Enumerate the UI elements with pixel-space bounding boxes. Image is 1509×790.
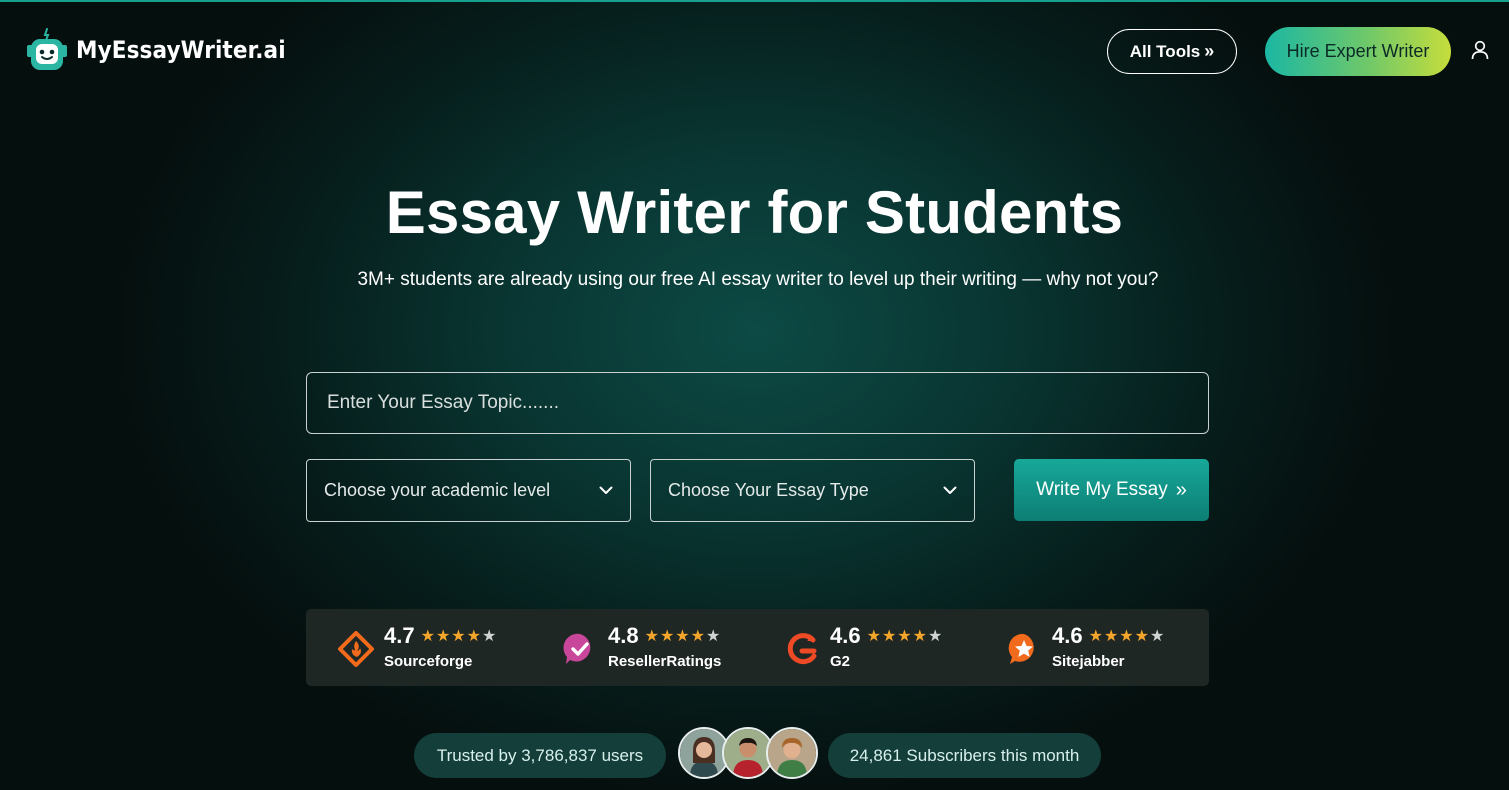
hire-expert-writer-button[interactable]: Hire Expert Writer [1265,27,1451,76]
robot-logo-icon [27,28,67,70]
page-title: Essay Writer for Students [385,179,1124,246]
sourceforge-icon [338,631,374,667]
academic-level-label: Choose your academic level [324,480,551,500]
write-my-essay-button[interactable]: Write My Essay » [1014,459,1209,521]
ratings-bar: 4.7 ★★★★★ Sourceforge 4.8 ★★★★★ Reseller… [306,609,1209,686]
essay-topic-input[interactable] [306,372,1209,434]
star-rating-icon: ★★★★★ [420,628,498,645]
star-rating-icon: ★★★★★ [1088,628,1166,645]
page-subtitle: 3M+ students are already using our free … [357,269,1159,290]
academic-level-select[interactable]: Choose your academic level [306,459,631,522]
double-chevron-right-icon: » [1204,41,1215,61]
user-avatars [678,727,818,779]
rating-sitejabber[interactable]: 4.6 ★★★★★ Sitejabber [1006,623,1165,670]
trusted-users-label: Trusted by 3,786,837 users [436,745,644,765]
rating-score: 4.8 [608,623,639,648]
rating-source-name: Sourceforge [384,653,473,670]
rating-score: 4.6 [830,623,861,648]
rating-source-name: G2 [830,653,851,670]
essay-type-select[interactable]: Choose Your Essay Type [650,459,975,522]
sitejabber-icon [1008,633,1034,664]
rating-source-name: ResellerRatings [608,653,722,670]
essay-type-label: Choose Your Essay Type [668,480,869,500]
star-rating-icon: ★★★★★ [644,628,722,645]
resellerratings-icon [563,633,591,664]
rating-resellerratings[interactable]: 4.8 ★★★★★ ResellerRatings [562,623,721,670]
svg-text:2: 2 [807,634,813,643]
all-tools-label: All Tools [1129,41,1201,61]
write-my-essay-label: Write My Essay [1036,479,1168,500]
trusted-users-badge: Trusted by 3,786,837 users [414,733,666,778]
rating-score: 4.6 [1052,623,1083,648]
g2-icon: 2 [787,633,817,665]
subscribers-badge: 24,861 Subscribers this month [828,733,1101,778]
star-rating-icon: ★★★★★ [866,628,944,645]
double-chevron-right-icon: » [1175,478,1187,501]
brand-name: MyEssayWriter.ai [76,36,286,64]
rating-score: 4.7 [384,623,415,648]
chevron-down-icon [599,486,613,494]
top-accent-line [0,0,1509,2]
logo[interactable]: MyEssayWriter.ai [26,28,309,72]
avatar [766,727,818,779]
rating-source-name: Sitejabber [1052,653,1125,670]
hire-label: Hire Expert Writer [1286,41,1430,61]
rating-g2[interactable]: 2 4.6 ★★★★★ G2 [784,623,943,670]
rating-sourceforge[interactable]: 4.7 ★★★★★ Sourceforge [338,623,497,670]
subscribers-label: 24,861 Subscribers this month [849,745,1080,765]
chevron-down-icon [943,486,957,494]
user-account-icon[interactable] [1470,40,1490,65]
all-tools-button[interactable]: All Tools » [1107,29,1237,74]
